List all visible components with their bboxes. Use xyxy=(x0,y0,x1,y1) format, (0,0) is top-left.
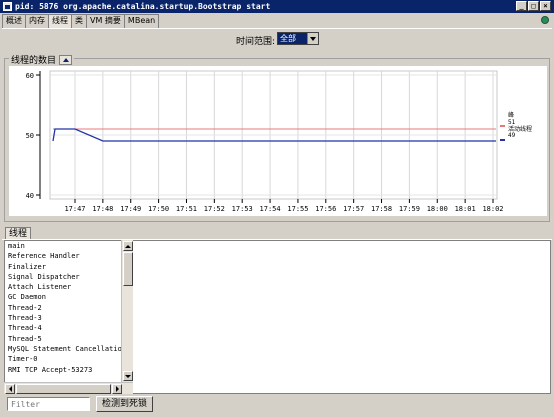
thread-list-item[interactable]: Thread-5 xyxy=(5,334,132,344)
thread-chart: 17:47 17:48 17:49 17:50 17:51 17:52 17:53 17:54… xyxy=(26,70,532,213)
thread-list-item[interactable]: GC Daemon xyxy=(5,292,132,302)
thread-list-item[interactable]: Thread-2 xyxy=(5,303,132,313)
filter-input[interactable] xyxy=(7,397,90,411)
thread-list[interactable]: main Reference Handler Finalizer Signal Dis… xyxy=(4,240,133,386)
thread-list-item[interactable]: main xyxy=(5,241,132,251)
vertical-scrollbar[interactable] xyxy=(121,240,133,382)
legend-item: 49 xyxy=(508,132,516,139)
detect-deadlock-button[interactable]: 检测到死锁 xyxy=(96,396,153,412)
thread-list-item[interactable]: Reference Handler xyxy=(5,251,132,261)
arrow-left-icon xyxy=(8,386,12,392)
scroll-thumb[interactable] xyxy=(123,252,133,286)
x-tick-label: 17:51 xyxy=(176,205,197,213)
y-tick-label: 50 xyxy=(26,132,34,140)
thread-list-item[interactable]: Finalizer xyxy=(5,262,132,272)
x-tick-label: 17:59 xyxy=(399,205,420,213)
thread-detail-pane xyxy=(133,240,551,394)
x-tick-label: 17:57 xyxy=(343,205,364,213)
thread-list-item[interactable]: Timer-0 xyxy=(5,354,132,364)
scroll-right-button[interactable] xyxy=(112,384,122,394)
y-tick-label: 60 xyxy=(26,72,34,80)
x-tick-label: 17:47 xyxy=(64,205,85,213)
legend-swatch-peak xyxy=(500,125,505,127)
horizontal-scrollbar[interactable] xyxy=(4,382,133,394)
thread-list-item[interactable]: MySQL Statement Cancellation T xyxy=(5,344,132,354)
scroll-up-button[interactable] xyxy=(123,241,133,251)
hscroll-thumb[interactable] xyxy=(16,384,111,394)
thread-list-item[interactable]: Attach Listener xyxy=(5,282,132,292)
x-tick-label: 17:55 xyxy=(287,205,308,213)
x-tick-label: 17:50 xyxy=(148,205,169,213)
x-tick-label: 17:53 xyxy=(232,205,253,213)
scroll-down-button[interactable] xyxy=(123,371,133,381)
arrow-right-icon xyxy=(115,386,119,392)
x-tick-label: 18:02 xyxy=(482,205,503,213)
x-tick-label: 17:54 xyxy=(260,205,281,213)
legend-item: 峰 xyxy=(508,111,514,119)
thread-list-item[interactable]: RMI TCP Accept-53273 xyxy=(5,365,132,375)
x-tick-label: 18:00 xyxy=(427,205,448,213)
thread-list-item[interactable]: Signal Dispatcher xyxy=(5,272,132,282)
x-tick-label: 17:52 xyxy=(204,205,225,213)
x-tick-label: 18:01 xyxy=(455,205,476,213)
legend-item: 51 xyxy=(508,119,516,126)
x-tick-label: 17:49 xyxy=(120,205,141,213)
scroll-left-button[interactable] xyxy=(5,384,15,394)
x-tick-label: 17:58 xyxy=(371,205,392,213)
thread-list-item[interactable]: Thread-3 xyxy=(5,313,132,323)
legend-swatch-live xyxy=(500,139,505,141)
arrow-up-icon xyxy=(125,244,131,248)
thread-list-item[interactable]: Thread-4 xyxy=(5,323,132,333)
y-tick-label: 40 xyxy=(26,192,34,200)
arrow-down-icon xyxy=(125,374,131,378)
x-tick-label: 17:48 xyxy=(92,205,113,213)
x-tick-label: 17:56 xyxy=(315,205,336,213)
